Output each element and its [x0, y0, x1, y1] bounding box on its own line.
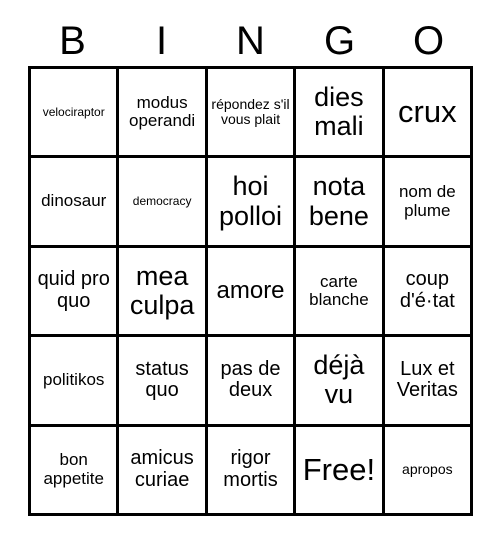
bingo-cell-label: carte blanche	[309, 271, 369, 310]
bingo-row: bon appetite amicus curiae rigor mortis …	[31, 426, 474, 517]
bingo-cell-label: amicus curiae	[130, 447, 194, 491]
header-letter-i: I	[155, 19, 168, 63]
bingo-row: dinosaur democracy hoi polloi nota bene …	[31, 158, 474, 248]
bingo-cell-label: Lux et Veritas	[396, 357, 458, 402]
bingo-cell-n2[interactable]: hoi polloi	[207, 158, 297, 248]
bingo-cell-i1[interactable]: modus operandi	[119, 69, 208, 159]
bingo-cell-label: coup d'é·tat	[399, 268, 455, 313]
bingo-cell-label: nom de plume	[398, 182, 456, 220]
bingo-row: politikos status quo pas de deux déjà vu…	[31, 337, 474, 427]
bingo-row: velociraptor modus operandi répondez s'i…	[31, 69, 474, 159]
bingo-cell-label: rigor mortis	[223, 447, 278, 491]
bingo-cell-label: quid pro quo	[37, 268, 110, 313]
bingo-cell-g3[interactable]: carte blanche	[296, 247, 385, 338]
bingo-cell-n4[interactable]: pas de deux	[207, 337, 297, 427]
free-space-label: Free!	[302, 452, 376, 488]
bingo-cell-label: déjà vu	[313, 350, 365, 410]
bingo-cell-o4[interactable]: Lux et Veritas	[384, 337, 474, 427]
bingo-row: quid pro quo mea culpa amore carte blanc…	[31, 247, 474, 338]
bingo-cell-b5[interactable]: bon appetite	[31, 426, 120, 517]
bingo-cell-label: apropos	[402, 461, 453, 478]
bingo-cell-label: velociraptor	[42, 104, 105, 119]
bingo-cell-label: mea culpa	[129, 260, 195, 321]
bingo-cell-n1[interactable]: répondez s'il vous plait	[207, 69, 297, 159]
bingo-cell-g2[interactable]: nota bene	[296, 158, 385, 248]
bingo-cell-i2[interactable]: democracy	[119, 158, 208, 248]
bingo-cell-g1[interactable]: dies mali	[296, 69, 385, 159]
bingo-cell-i5[interactable]: amicus curiae	[119, 426, 208, 517]
bingo-cell-o2[interactable]: nom de plume	[384, 158, 474, 248]
bingo-cell-o3[interactable]: coup d'é·tat	[384, 247, 474, 338]
bingo-cell-label: dinosaur	[41, 191, 107, 211]
header-letter-g: G	[323, 19, 356, 63]
bingo-cell-label: politikos	[42, 370, 105, 390]
bingo-cell-n5[interactable]: rigor mortis	[207, 426, 297, 517]
bingo-cell-i4[interactable]: status quo	[119, 337, 208, 427]
bingo-cell-free-space[interactable]: Free!	[296, 426, 385, 517]
bingo-cell-label: modus operandi	[129, 92, 196, 131]
bingo-cell-b1[interactable]: velociraptor	[31, 69, 120, 159]
bingo-cell-o5[interactable]: apropos	[384, 426, 474, 517]
bingo-cell-label: democracy	[132, 194, 192, 209]
bingo-cell-label: dies mali	[314, 82, 364, 142]
bingo-cell-b3[interactable]: quid pro quo	[31, 247, 120, 338]
bingo-cell-g4[interactable]: déjà vu	[296, 337, 385, 427]
bingo-cell-b4[interactable]: politikos	[31, 337, 120, 427]
bingo-grid: velociraptor modus operandi répondez s'i…	[28, 66, 474, 517]
header-letter-o: O	[412, 19, 445, 63]
bingo-cell-label: pas de deux	[220, 357, 281, 402]
bingo-cell-o1[interactable]: crux	[384, 69, 474, 159]
bingo-cell-label: répondez s'il vous plait	[211, 96, 290, 128]
bingo-cell-label: crux	[398, 94, 457, 130]
bingo-cell-i3[interactable]: mea culpa	[119, 247, 208, 338]
header-letter-n: N	[236, 19, 265, 63]
bingo-cell-label: status quo	[135, 357, 189, 402]
bingo-cell-n3[interactable]: amore	[207, 247, 297, 338]
bingo-header: B I N G O	[28, 16, 473, 66]
header-letter-b: B	[59, 19, 86, 63]
bingo-cell-label: hoi polloi	[218, 171, 283, 231]
bingo-cell-b2[interactable]: dinosaur	[31, 158, 120, 248]
bingo-cell-label: bon appetite	[43, 450, 104, 488]
bingo-cell-label: nota bene	[308, 171, 369, 231]
bingo-cell-label: amore	[216, 277, 285, 305]
bingo-card: B I N G O velociraptor modus operandi ré…	[0, 0, 501, 544]
